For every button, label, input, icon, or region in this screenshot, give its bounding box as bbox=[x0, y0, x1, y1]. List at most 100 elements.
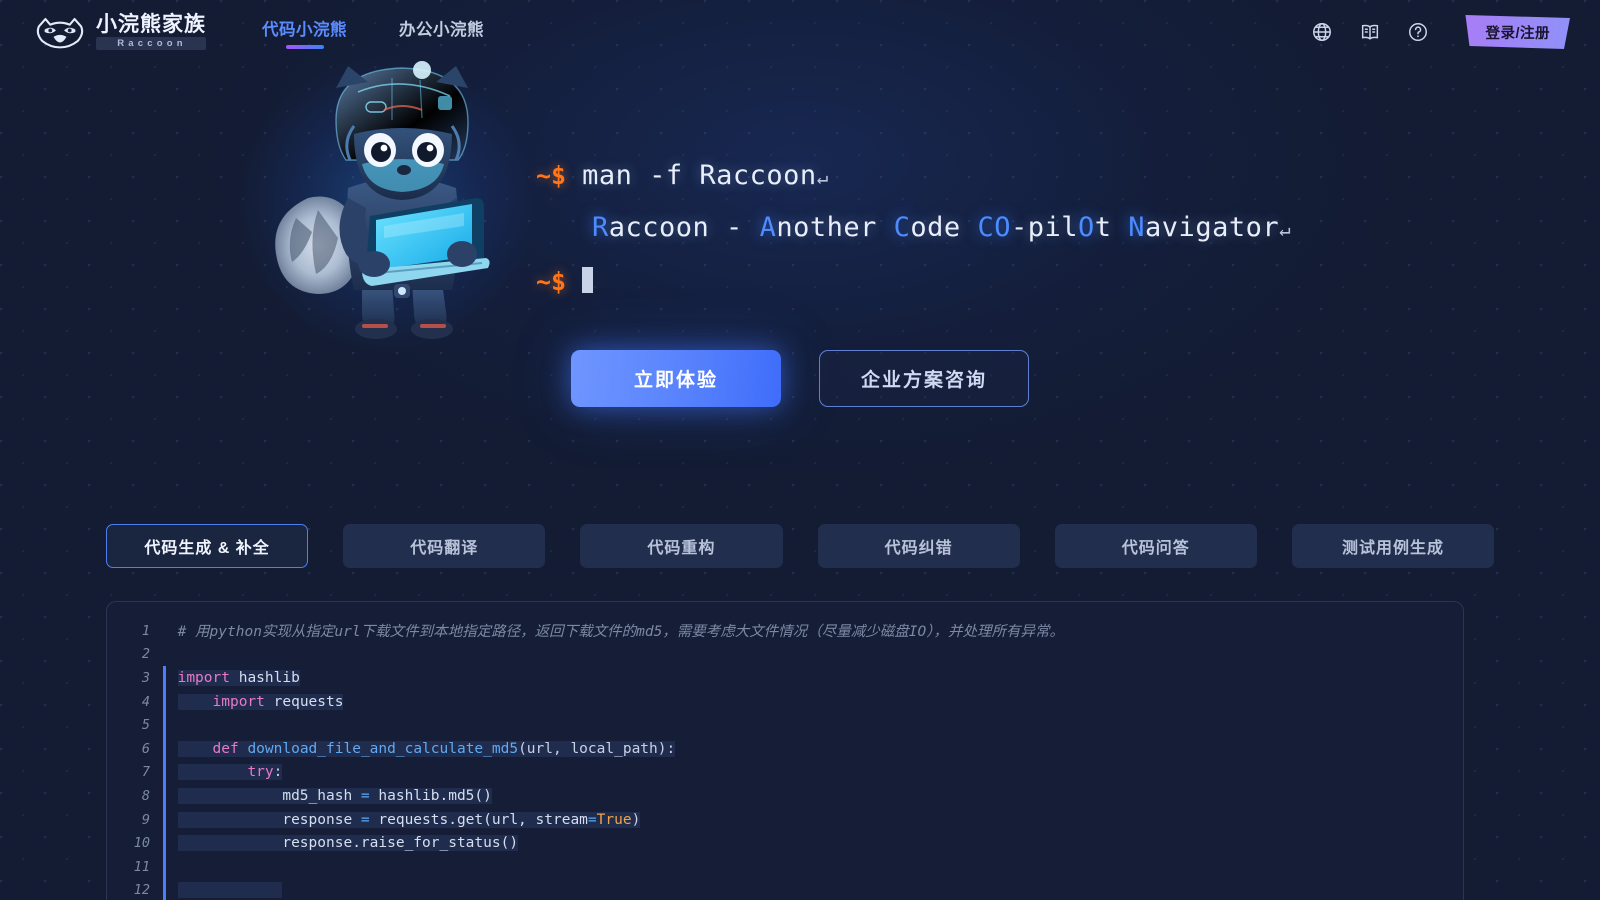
tab-3[interactable]: 代码纠错 bbox=[817, 524, 1020, 568]
code-selection bbox=[177, 882, 283, 899]
code-text: def download_file_and_calculate_md5(url,… bbox=[166, 740, 676, 757]
line-number: 4 bbox=[141, 693, 150, 710]
terminal-desc-text: avigator bbox=[1145, 212, 1280, 243]
terminal-highlight-char: O bbox=[994, 212, 1011, 243]
code-token: requests.get(url, stream bbox=[369, 811, 588, 828]
hero-section: ~$ man -f Raccoon ↵ Raccoon - Another Co… bbox=[0, 54, 1600, 424]
code-line: 1 # 用python实现从指定url下载文件到本地指定路径，返回下载文件的md5… bbox=[107, 619, 1463, 643]
code-text: response = requests.get(url, stream=True… bbox=[166, 811, 641, 828]
terminal-highlight-char: O bbox=[1078, 212, 1095, 243]
terminal-return-glyph-1: ↵ bbox=[816, 167, 829, 189]
globe-icon[interactable] bbox=[1309, 19, 1335, 45]
tab-0-active[interactable]: 代码生成 & 补全 bbox=[106, 524, 309, 568]
code-line: 12 bbox=[107, 878, 1463, 900]
terminal-line-command: ~$ man -f Raccoon ↵ bbox=[536, 160, 1291, 212]
code-selection: import requests bbox=[177, 693, 344, 710]
code-token: = bbox=[360, 787, 370, 804]
line-number: 5 bbox=[141, 717, 150, 734]
code-token: hashlib.md5() bbox=[369, 787, 492, 804]
code-text: md5_hash = hashlib.md5() bbox=[166, 787, 492, 804]
nav-item-code-raccoon[interactable]: 代码小浣熊 bbox=[262, 16, 347, 49]
terminal-line-description: Raccoon - Another Code CO-pilOt Navigato… bbox=[536, 212, 1291, 264]
code-line: 5 bbox=[107, 713, 1463, 737]
code-text: import requests bbox=[166, 693, 344, 710]
code-line: 4 import requests bbox=[107, 689, 1463, 714]
enterprise-consult-button[interactable]: 企业方案咨询 bbox=[819, 350, 1029, 407]
tab-5[interactable]: 测试用例生成 bbox=[1291, 524, 1495, 568]
code-selection: response = requests.get(url, stream=True… bbox=[177, 811, 641, 828]
line-number: 11 bbox=[133, 858, 150, 875]
tab-4[interactable]: 代码问答 bbox=[1054, 524, 1257, 568]
try-now-button[interactable]: 立即体验 bbox=[571, 350, 781, 407]
code-token: md5_hash bbox=[177, 787, 361, 804]
site-header: 小浣熊家族 Raccoon 代码小浣熊 办公小浣熊 登录/注册 bbox=[0, 0, 1600, 64]
code-text: # 用python实现从指定url下载文件到本地指定路径，返回下载文件的md5，… bbox=[166, 620, 1064, 641]
code-preview-panel[interactable]: 1 # 用python实现从指定url下载文件到本地指定路径，返回下载文件的md5… bbox=[106, 601, 1464, 900]
code-line: 7 try: bbox=[107, 760, 1463, 785]
tab-1[interactable]: 代码翻译 bbox=[343, 524, 546, 568]
terminal-cursor bbox=[582, 267, 594, 293]
code-token: try bbox=[247, 764, 274, 781]
code-token: # 用python实现从指定url下载文件到本地指定路径，返回下载文件的md5，… bbox=[177, 624, 1065, 641]
code-line: 10 response.raise_for_status() bbox=[107, 831, 1463, 855]
terminal-desc-text: -pil bbox=[1010, 212, 1078, 243]
logo-text: 小浣熊家族 Raccoon bbox=[96, 14, 206, 51]
code-token: : bbox=[273, 764, 283, 781]
help-icon[interactable] bbox=[1405, 19, 1431, 45]
code-token: (url, local_path): bbox=[518, 740, 676, 757]
line-number: 6 bbox=[141, 740, 150, 757]
line-number: 7 bbox=[141, 764, 150, 781]
login-register-button[interactable]: 登录/注册 bbox=[1465, 15, 1570, 49]
terminal-highlight-char: A bbox=[759, 212, 777, 243]
code-text: response.raise_for_status() bbox=[166, 835, 519, 852]
line-number: 9 bbox=[141, 811, 150, 828]
raccoon-mascot bbox=[237, 48, 537, 354]
logo[interactable]: 小浣熊家族 Raccoon bbox=[34, 14, 206, 51]
terminal-line-cursor: ~$ bbox=[536, 264, 1291, 316]
terminal-highlight-char: C bbox=[893, 212, 911, 243]
terminal-highlight-char: N bbox=[1128, 212, 1146, 243]
code-line: 9 response = requests.get(url, stream=Tr… bbox=[107, 807, 1463, 832]
line-number: 12 bbox=[133, 882, 150, 899]
line-number: 3 bbox=[141, 669, 150, 686]
code-selection: response.raise_for_status() bbox=[177, 835, 519, 852]
code-token: hashlib bbox=[229, 669, 300, 686]
code-token: import bbox=[177, 669, 230, 686]
code-token: response bbox=[177, 811, 361, 828]
terminal-highlight-char: C bbox=[977, 212, 995, 243]
code-token: = bbox=[587, 811, 597, 828]
code-token: = bbox=[360, 811, 370, 828]
book-icon[interactable] bbox=[1357, 19, 1383, 45]
code-token: def bbox=[212, 740, 239, 757]
code-token: requests bbox=[264, 693, 344, 710]
raccoon-face-icon bbox=[34, 15, 86, 49]
terminal-description: Raccoon - Another Code CO-pilOt Navigato… bbox=[536, 212, 1279, 243]
code-text: import hashlib bbox=[166, 669, 300, 686]
nav-item-office-raccoon[interactable]: 办公小浣熊 bbox=[399, 16, 484, 49]
code-line: 2 bbox=[107, 643, 1463, 667]
tab-2[interactable]: 代码重构 bbox=[580, 524, 783, 568]
line-number: 2 bbox=[141, 646, 150, 663]
code-token: True bbox=[596, 811, 632, 828]
terminal-desc-text: ode bbox=[910, 212, 978, 243]
code-selection: md5_hash = hashlib.md5() bbox=[177, 787, 492, 804]
generated-marker bbox=[163, 643, 166, 667]
feature-tabs: 代码生成 & 补全 代码翻译 代码重构 代码纠错 代码问答 测试用例生成 bbox=[106, 524, 1495, 568]
code-token: import bbox=[212, 693, 265, 710]
terminal-desc-text: nother bbox=[776, 212, 894, 243]
terminal-prompt-2: ~$ bbox=[536, 267, 567, 296]
generated-marker bbox=[163, 713, 166, 737]
code-text bbox=[166, 882, 283, 899]
code-selection: import hashlib bbox=[177, 669, 300, 686]
code-line: 6 def download_file_and_calculate_md5(ur… bbox=[107, 736, 1463, 761]
terminal-banner: ~$ man -f Raccoon ↵ Raccoon - Another Co… bbox=[536, 160, 1291, 316]
line-number: 8 bbox=[141, 787, 150, 804]
line-number: 1 bbox=[141, 622, 150, 639]
code-token: ) bbox=[631, 811, 641, 828]
terminal-command: man -f Raccoon bbox=[582, 160, 817, 191]
cta-row: 立即体验 企业方案咨询 bbox=[0, 350, 1600, 407]
